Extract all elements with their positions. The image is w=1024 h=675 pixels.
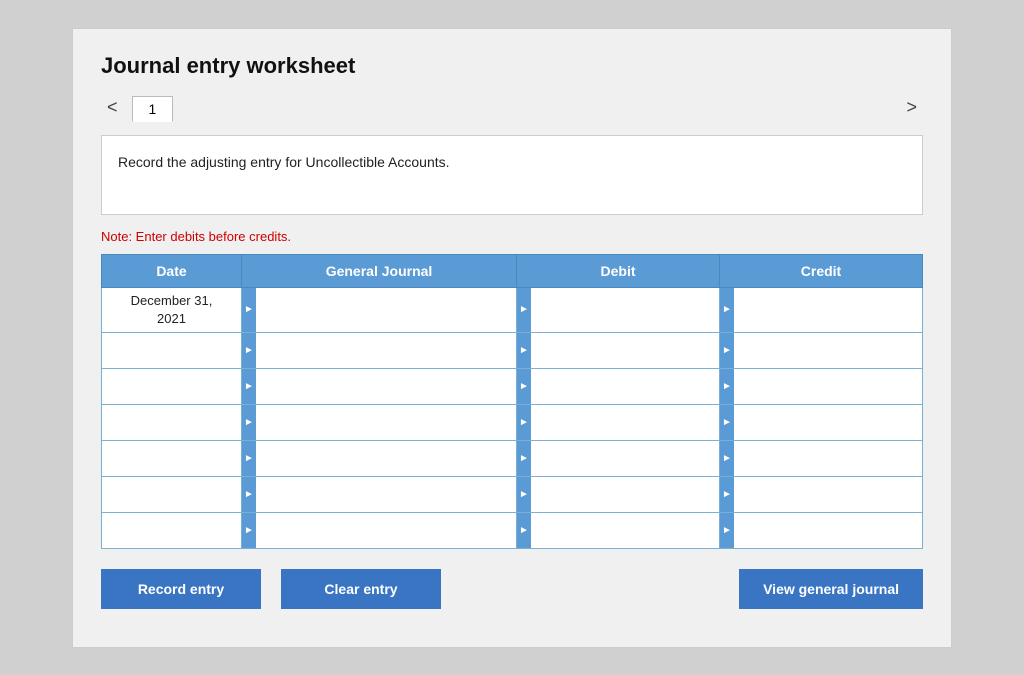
date-cell-6 [102, 476, 242, 512]
general-journal-cell-6[interactable]: ► [242, 476, 517, 512]
general-journal-cell-3[interactable]: ► [242, 368, 517, 404]
table-row: ► ► ► [102, 512, 923, 548]
cell-arrow-icon: ► [720, 405, 734, 440]
cell-arrow-icon: ► [720, 477, 734, 512]
general-journal-cell-4[interactable]: ► [242, 404, 517, 440]
debit-cell-7[interactable]: ► [517, 512, 720, 548]
debit-cell-4[interactable]: ► [517, 404, 720, 440]
general-journal-input-5[interactable] [256, 441, 516, 476]
date-value: December 31,2021 [110, 292, 233, 328]
debit-input-2[interactable] [531, 333, 719, 368]
general-journal-cell-7[interactable]: ► [242, 512, 517, 548]
general-journal-cell-2[interactable]: ► [242, 332, 517, 368]
debit-input-6[interactable] [531, 477, 719, 512]
table-row: ► ► ► [102, 404, 923, 440]
credit-input-6[interactable] [734, 477, 922, 512]
date-cell: December 31,2021 [102, 287, 242, 332]
cell-arrow-icon: ► [242, 369, 256, 404]
debit-input-5[interactable] [531, 441, 719, 476]
credit-cell-2[interactable]: ► [720, 332, 923, 368]
cell-arrow-icon: ► [517, 441, 531, 476]
tab-1[interactable]: 1 [132, 96, 174, 122]
credit-input-7[interactable] [734, 513, 922, 548]
cell-arrow-icon: ► [242, 477, 256, 512]
prev-arrow[interactable]: < [101, 95, 124, 120]
general-journal-input-6[interactable] [256, 477, 516, 512]
debit-cell-1[interactable]: ► [517, 287, 720, 332]
cell-arrow-icon: ► [720, 288, 734, 332]
debit-input-1[interactable] [531, 288, 719, 332]
credit-cell-7[interactable]: ► [720, 512, 923, 548]
cell-arrow-icon: ► [720, 441, 734, 476]
cell-arrow-icon: ► [517, 477, 531, 512]
date-cell-3 [102, 368, 242, 404]
worksheet-container: Journal entry worksheet < 1 > Record the… [72, 28, 952, 648]
general-journal-input-3[interactable] [256, 369, 516, 404]
instruction-box: Record the adjusting entry for Uncollect… [101, 135, 923, 215]
date-cell-2 [102, 332, 242, 368]
instruction-text: Record the adjusting entry for Uncollect… [118, 154, 450, 170]
credit-cell-3[interactable]: ► [720, 368, 923, 404]
general-journal-cell-1[interactable]: ► [242, 287, 517, 332]
credit-input-4[interactable] [734, 405, 922, 440]
debit-cell-5[interactable]: ► [517, 440, 720, 476]
cell-arrow-icon: ► [720, 369, 734, 404]
page-title: Journal entry worksheet [101, 53, 923, 79]
table-row: ► ► ► [102, 476, 923, 512]
table-row: ► ► ► [102, 368, 923, 404]
col-header-debit: Debit [517, 254, 720, 287]
date-cell-7 [102, 512, 242, 548]
journal-table: Date General Journal Debit Credit Decemb… [101, 254, 923, 549]
cell-arrow-icon: ► [242, 513, 256, 548]
debit-cell-6[interactable]: ► [517, 476, 720, 512]
credit-cell-4[interactable]: ► [720, 404, 923, 440]
clear-entry-button[interactable]: Clear entry [281, 569, 441, 609]
next-arrow[interactable]: > [900, 95, 923, 120]
col-header-date: Date [102, 254, 242, 287]
cell-arrow-icon: ► [517, 369, 531, 404]
date-cell-4 [102, 404, 242, 440]
col-header-general-journal: General Journal [242, 254, 517, 287]
cell-arrow-icon: ► [720, 513, 734, 548]
cell-arrow-icon: ► [242, 405, 256, 440]
cell-arrow-icon: ► [517, 288, 531, 332]
col-header-credit: Credit [720, 254, 923, 287]
cell-arrow-icon: ► [517, 333, 531, 368]
general-journal-input-4[interactable] [256, 405, 516, 440]
table-row: ► ► ► [102, 440, 923, 476]
general-journal-cell-5[interactable]: ► [242, 440, 517, 476]
general-journal-input-7[interactable] [256, 513, 516, 548]
credit-input-1[interactable] [734, 288, 922, 332]
debit-input-4[interactable] [531, 405, 719, 440]
cell-arrow-icon: ► [517, 513, 531, 548]
debit-input-3[interactable] [531, 369, 719, 404]
cell-arrow-icon: ► [242, 441, 256, 476]
tab-navigation: < 1 > [101, 95, 923, 121]
credit-cell-1[interactable]: ► [720, 287, 923, 332]
credit-input-2[interactable] [734, 333, 922, 368]
general-journal-input-2[interactable] [256, 333, 516, 368]
debit-input-7[interactable] [531, 513, 719, 548]
cell-arrow-icon: ► [720, 333, 734, 368]
credit-cell-6[interactable]: ► [720, 476, 923, 512]
record-entry-button[interactable]: Record entry [101, 569, 261, 609]
debit-cell-3[interactable]: ► [517, 368, 720, 404]
cell-arrow-icon: ► [517, 405, 531, 440]
view-general-journal-button[interactable]: View general journal [739, 569, 923, 609]
table-row: December 31,2021 ► ► ► [102, 287, 923, 332]
credit-input-3[interactable] [734, 369, 922, 404]
date-cell-5 [102, 440, 242, 476]
credit-input-5[interactable] [734, 441, 922, 476]
debit-cell-2[interactable]: ► [517, 332, 720, 368]
cell-arrow-icon: ► [242, 333, 256, 368]
note-text: Note: Enter debits before credits. [101, 229, 923, 244]
general-journal-input-1[interactable] [256, 288, 516, 332]
buttons-row: Record entry Clear entry View general jo… [101, 569, 923, 609]
table-row: ► ► ► [102, 332, 923, 368]
credit-cell-5[interactable]: ► [720, 440, 923, 476]
cell-arrow-icon: ► [242, 288, 256, 332]
